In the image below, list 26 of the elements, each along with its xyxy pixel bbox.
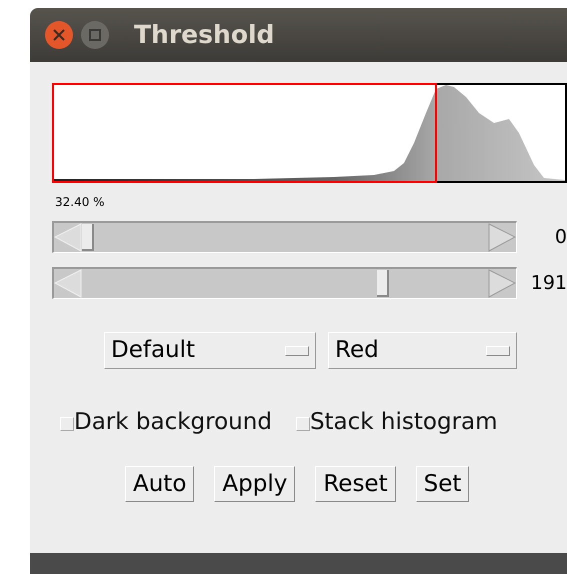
dropdown-indicator-icon <box>285 346 309 356</box>
right-arrow-icon[interactable] <box>488 223 516 252</box>
action-button[interactable]: Apply <box>214 466 296 502</box>
checkbox-option[interactable]: Dark background <box>60 405 272 440</box>
slider-thumb[interactable] <box>376 270 389 297</box>
close-icon[interactable] <box>44 20 74 50</box>
slider[interactable] <box>52 221 517 253</box>
checkbox-option[interactable]: Stack histogram <box>296 405 498 440</box>
left-arrow-icon[interactable] <box>54 269 82 298</box>
left-arrow-icon[interactable] <box>54 223 82 252</box>
right-arrow-icon[interactable] <box>488 269 516 298</box>
percentage-label: 32.40 % <box>55 194 106 211</box>
slider-value: 191 <box>530 270 567 296</box>
window-title: Threshold <box>134 19 274 52</box>
action-button[interactable]: Set <box>416 466 470 502</box>
slider[interactable] <box>52 267 517 299</box>
dropdown-indicator-icon <box>486 346 510 356</box>
slider-value: 0 <box>554 224 567 250</box>
slider-thumb[interactable] <box>82 224 94 251</box>
action-button[interactable]: Auto <box>125 466 194 502</box>
action-button[interactable]: Reset <box>315 466 396 502</box>
checkbox[interactable] <box>296 417 310 432</box>
maximize-icon[interactable] <box>80 20 110 50</box>
dropdown[interactable]: Default <box>104 332 316 369</box>
dropdown[interactable]: Red <box>328 332 517 369</box>
checkbox[interactable] <box>60 417 74 432</box>
